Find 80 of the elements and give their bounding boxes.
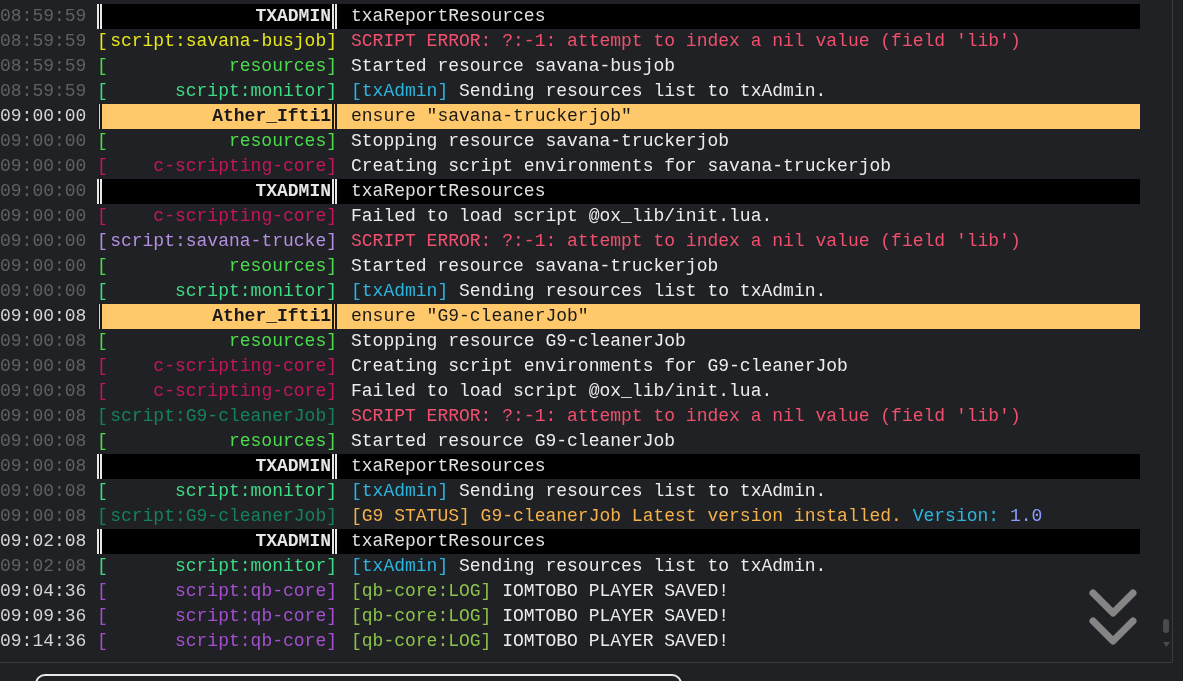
timestamp: 09:00:08 [0,455,86,478]
timestamp: 09:00:08 [0,405,86,428]
source-label: TXADMIN [97,179,337,204]
log-message: SCRIPT ERROR: ?:-1: attempt to index a nil value (field 'lib') [351,230,1021,253]
log-message: Failed to load script @ox_lib/init.lua. [351,205,773,228]
timestamp: 09:00:00 [0,255,86,278]
timestamp: 09:04:36 [0,580,86,603]
timestamp: 09:09:36 [0,605,86,628]
source-label: TXADMIN [97,4,337,29]
log-message: [qb-core:LOG] IOMTOBO PLAYER SAVED! [351,605,730,628]
scroll-to-bottom-icon[interactable] [1088,588,1138,646]
source-label: Ather_Ifti1 [97,304,337,329]
source-tag: [ c-scripting-core] [97,204,337,229]
log-message: txaReportResources [351,530,546,553]
timestamp: 09:00:08 [0,430,86,453]
log-message: Creating script environments for G9-cleanerJob [351,355,848,378]
timestamp: 08:59:59 [0,55,86,78]
timestamp: 09:00:08 [0,505,86,528]
source-tag: [ script:monitor] [97,479,337,504]
timestamp: 09:00:00 [0,180,86,203]
timestamp: 09:00:08 [0,380,86,403]
log-message: SCRIPT ERROR: ?:-1: attempt to index a nil value (field 'lib') [351,405,1021,428]
timestamp: 08:59:59 [0,30,86,53]
timestamp: 09:14:36 [0,630,86,653]
source-tag: [ c-scripting-core] [97,354,337,379]
timestamp: 09:00:00 [0,205,86,228]
log-message: txaReportResources [351,180,546,203]
timestamp: 09:00:00 [0,280,86,303]
timestamp: 09:00:08 [0,355,86,378]
timestamp: 09:02:08 [0,555,86,578]
log-message: Stopping resource savana-truckerjob [351,130,730,153]
source-label: Ather_Ifti1 [97,104,337,129]
timestamp: 08:59:59 [0,5,86,28]
log-message: [G9 STATUS] G9-cleanerJob Latest version installed. Version: 1.0 [351,505,1043,528]
log-message: txaReportResources [351,455,546,478]
source-tag: [script:savana-trucke] [97,229,337,254]
timestamp: 09:00:00 [0,130,86,153]
log-message: Creating script environments for savana-truckerjob [351,155,892,178]
log-message: Started resource G9-cleanerJob [351,430,676,453]
log-message: ensure "savana-truckerjob" [351,105,632,128]
log-message: [txAdmin] Sending resources list to txAdmin. [351,555,827,578]
scrollbar-thumb[interactable] [1163,619,1169,633]
source-tag: [ resources] [97,54,337,79]
timestamp: 09:00:08 [0,305,86,328]
source-label: TXADMIN [97,529,337,554]
timestamp: 09:00:08 [0,480,86,503]
source-tag: [ script:qb-core] [97,629,337,654]
log-message: txaReportResources [351,5,546,28]
timestamp: 09:00:08 [0,330,86,353]
source-tag: [script:savana-busjob] [97,29,337,54]
timestamp: 09:00:00 [0,230,86,253]
source-tag: [script:G9-cleanerJob] [97,404,337,429]
log-message: ensure "G9-cleanerJob" [351,305,589,328]
log-message: [txAdmin] Sending resources list to txAdmin. [351,280,827,303]
source-tag: [ script:monitor] [97,79,337,104]
log-message: Failed to load script @ox_lib/init.lua. [351,380,773,403]
log-message: Started resource savana-truckerjob [351,255,719,278]
source-label: TXADMIN [97,454,337,479]
log-message: [txAdmin] Sending resources list to txAdmin. [351,480,827,503]
source-tag: [ c-scripting-core] [97,154,337,179]
source-tag: [ script:monitor] [97,279,337,304]
log-message: [qb-core:LOG] IOMTOBO PLAYER SAVED! [351,580,730,603]
source-tag: [ resources] [97,329,337,354]
log-message: Stopping resource G9-cleanerJob [351,330,686,353]
log-message: [qb-core:LOG] IOMTOBO PLAYER SAVED! [351,630,730,653]
source-tag: [ resources] [97,254,337,279]
log-message: [txAdmin] Sending resources list to txAdmin. [351,80,827,103]
source-tag: [script:G9-cleanerJob] [97,504,337,529]
timestamp: 08:59:59 [0,80,86,103]
source-tag: [ resources] [97,429,337,454]
source-tag: [ script:qb-core] [97,579,337,604]
timestamp: 09:00:00 [0,155,86,178]
source-tag: [ script:qb-core] [97,604,337,629]
source-tag: [ c-scripting-core] [97,379,337,404]
log-message: Started resource savana-busjob [351,55,676,78]
timestamp: 09:02:08 [0,530,86,553]
source-tag: [ resources] [97,129,337,154]
source-tag: [ script:monitor] [97,554,337,579]
log-message: SCRIPT ERROR: ?:-1: attempt to index a nil value (field 'lib') [351,30,1021,53]
timestamp: 09:00:00 [0,105,86,128]
